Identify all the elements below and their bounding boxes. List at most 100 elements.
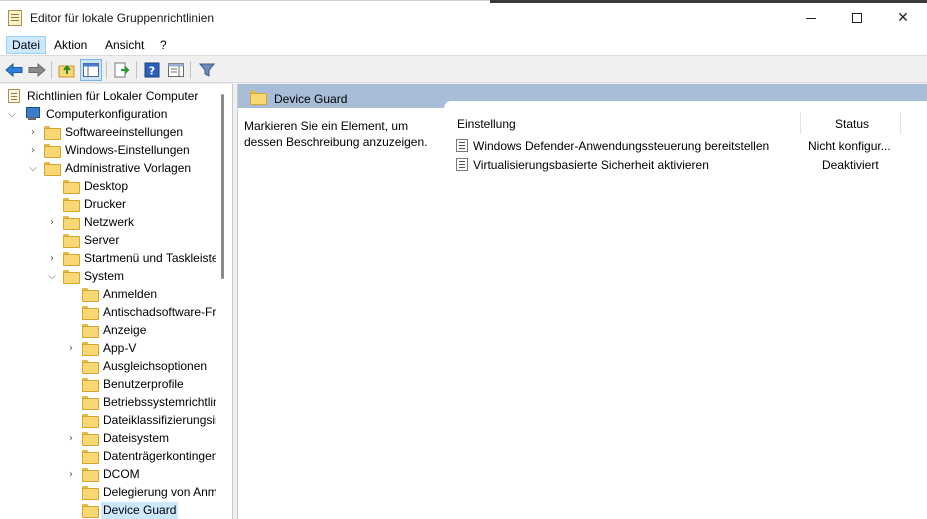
up-one-level-button[interactable] — [56, 59, 78, 81]
tree-item-label: System — [84, 269, 125, 283]
folder-icon — [82, 324, 99, 338]
policy-editor-app-icon — [8, 10, 22, 26]
tree-item-root[interactable]: Richtlinien für Lokaler Computer — [0, 87, 216, 105]
chevron-down-icon[interactable]: ⌵ — [46, 270, 58, 282]
folder-icon — [44, 126, 61, 140]
tree-item-system[interactable]: ⌵ System — [0, 267, 216, 285]
setting-row[interactable]: Virtualisierungsbasierte Sicherheit akti… — [450, 155, 927, 175]
help-button[interactable]: ? — [141, 59, 163, 81]
tree-scrollbar[interactable] — [219, 84, 227, 519]
forward-arrow-icon — [28, 63, 46, 77]
setting-row[interactable]: Windows Defender-Anwendungssteuerung ber… — [450, 136, 927, 156]
folder-icon — [82, 378, 99, 392]
folder-icon — [250, 91, 267, 105]
tree-item-label: Drucker — [84, 197, 127, 211]
toolbar: ? — [0, 57, 927, 83]
chevron-right-icon[interactable]: › — [65, 432, 77, 444]
policy-document-icon — [8, 89, 20, 103]
tree-item-dateiklassifizierung[interactable]: Dateiklassifizierungsinfrastruktur — [0, 411, 216, 429]
filter-button[interactable] — [196, 59, 218, 81]
folder-icon — [82, 342, 99, 356]
tree-item-label: Delegierung von Anmeldeinformationen — [103, 485, 216, 499]
up-folder-icon — [58, 64, 75, 78]
properties-pane-icon — [168, 63, 184, 77]
folder-icon — [44, 162, 61, 176]
setting-status: Deaktiviert — [822, 158, 879, 172]
tree-item-anmelden[interactable]: Anmelden — [0, 285, 216, 303]
folder-icon — [82, 468, 99, 482]
tree-item-softwareeinstellungen[interactable]: › Softwareeinstellungen — [0, 123, 216, 141]
policy-setting-icon — [456, 139, 468, 152]
folder-icon — [82, 360, 99, 374]
tree-item-label: Betriebssystemrichtlinien — [103, 395, 216, 409]
tree-item-dcom[interactable]: › DCOM — [0, 465, 216, 483]
tree-item-label: Ausgleichsoptionen — [103, 359, 208, 373]
folder-icon — [82, 396, 99, 410]
close-button[interactable]: ✕ — [880, 1, 926, 35]
column-header-status[interactable]: Status — [835, 117, 869, 131]
tree-scrollbar-thumb[interactable] — [221, 94, 224, 279]
tree-item-netzwerk[interactable]: › Netzwerk — [0, 213, 216, 231]
tree-item-benutzerprofile[interactable]: Benutzerprofile — [0, 375, 216, 393]
tree-item-datentraegerkontingente[interactable]: Datenträgerkontingente — [0, 447, 216, 465]
tree-item-label: Windows-Einstellungen — [65, 143, 190, 157]
tree-item-label: Richtlinien für Lokaler Computer — [27, 89, 199, 103]
chevron-down-icon[interactable]: ⌵ — [27, 162, 39, 174]
tree-item-administrative-vorlagen[interactable]: ⌵ Administrative Vorlagen — [0, 159, 216, 177]
tree-item-anzeige[interactable]: Anzeige — [0, 321, 216, 339]
maximize-button[interactable] — [834, 1, 880, 35]
menu-aktion[interactable]: Aktion — [49, 36, 92, 54]
tree-item-label: Dateiklassifizierungsinfrastruktur — [103, 413, 216, 427]
tree-item-computerkonfiguration[interactable]: ⌵ Computerkonfiguration — [0, 105, 216, 123]
folder-icon — [82, 306, 99, 320]
console-tree: Richtlinien für Lokaler Computer ⌵ Compu… — [0, 84, 233, 519]
tree-item-desktop[interactable]: Desktop — [0, 177, 216, 195]
tree-item-betriebssystemrichtlinien[interactable]: Betriebssystemrichtlinien — [0, 393, 216, 411]
tree-item-label: Benutzerprofile — [103, 377, 184, 391]
chevron-right-icon[interactable]: › — [65, 342, 77, 354]
folder-icon — [63, 216, 80, 230]
svg-text:?: ? — [149, 65, 155, 78]
column-divider[interactable] — [800, 112, 801, 134]
menu-ansicht[interactable]: Ansicht — [100, 36, 149, 54]
menu-datei[interactable]: Datei — [6, 36, 47, 54]
minimize-button[interactable] — [788, 1, 834, 35]
chevron-right-icon[interactable]: › — [65, 468, 77, 480]
tree-item-ausgleichsoptionen[interactable]: Ausgleichsoptionen — [0, 357, 216, 375]
export-list-button[interactable] — [111, 59, 133, 81]
tree-item-server[interactable]: Server — [0, 231, 216, 249]
chevron-right-icon[interactable]: › — [27, 126, 39, 138]
minimize-icon — [806, 17, 816, 19]
toolbar-separator — [136, 61, 137, 79]
chevron-down-icon[interactable]: ⌵ — [6, 108, 18, 120]
tree-item-drucker[interactable]: Drucker — [0, 195, 216, 213]
tree-item-delegierung[interactable]: Delegierung von Anmeldeinformationen — [0, 483, 216, 501]
tree-item-label: Antischadsoftware-Frühstart — [103, 305, 216, 319]
show-hide-console-tree-button[interactable] — [80, 59, 102, 81]
tree-item-dateisystem[interactable]: › Dateisystem — [0, 429, 216, 447]
setting-name: Windows Defender-Anwendungssteuerung ber… — [473, 139, 770, 153]
tree-item-label: Administrative Vorlagen — [65, 161, 192, 175]
folder-icon — [82, 432, 99, 446]
column-header-einstellung[interactable]: Einstellung — [457, 117, 516, 131]
tree-item-windows-einstellungen[interactable]: › Windows-Einstellungen — [0, 141, 216, 159]
forward-button[interactable] — [26, 59, 48, 81]
setting-status: Nicht konfigur... — [808, 139, 891, 153]
tree-item-label: Desktop — [84, 179, 129, 193]
chevron-right-icon[interactable]: › — [46, 252, 58, 264]
tree-item-app-v[interactable]: › App-V — [0, 339, 216, 357]
back-button[interactable] — [3, 59, 25, 81]
tree-item-device-guard[interactable]: Device Guard — [0, 501, 216, 519]
folder-icon — [63, 198, 80, 212]
chevron-right-icon[interactable]: › — [46, 216, 58, 228]
chevron-right-icon[interactable]: › — [27, 144, 39, 156]
tree-item-startmenue[interactable]: › Startmenü und Taskleiste — [0, 249, 216, 267]
menu-help[interactable]: ? — [155, 36, 172, 54]
setting-name: Virtualisierungsbasierte Sicherheit akti… — [473, 158, 709, 172]
help-icon: ? — [144, 62, 160, 78]
tree-item-antischadsoftware[interactable]: Antischadsoftware-Frühstart — [0, 303, 216, 321]
properties-pane-button[interactable] — [165, 59, 187, 81]
column-divider[interactable] — [900, 112, 901, 134]
folder-icon — [63, 180, 80, 194]
export-list-icon — [114, 62, 130, 78]
